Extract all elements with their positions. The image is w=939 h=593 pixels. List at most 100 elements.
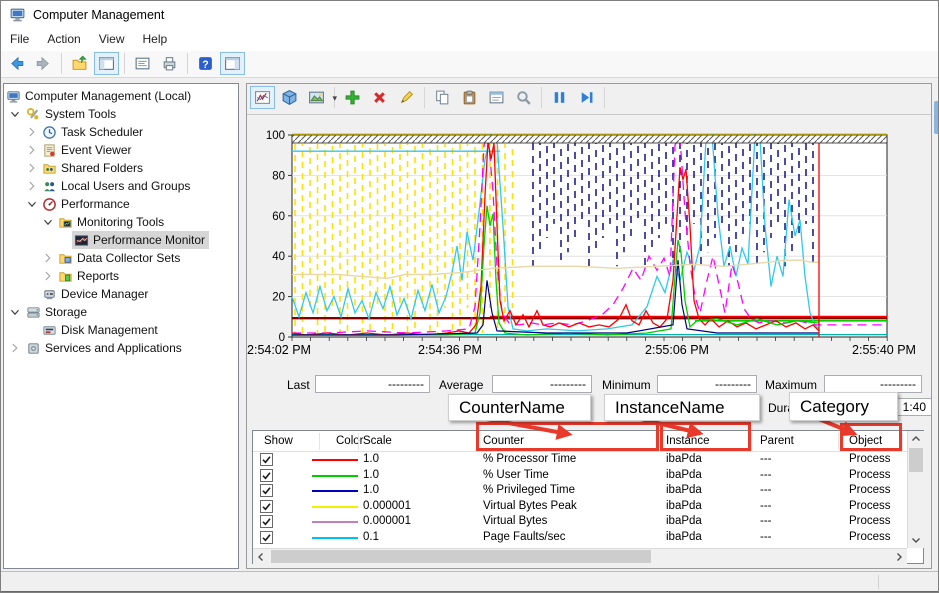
scroll-right-button[interactable]: [891, 549, 907, 564]
expand-chevron-icon[interactable]: [25, 125, 39, 139]
counter-row-virtual-bytes-peak[interactable]: 0.000001Virtual Bytes PeakibaPda---Proce…: [253, 499, 907, 515]
show-checkbox[interactable]: [260, 531, 273, 544]
expand-chevron-icon[interactable]: [25, 143, 39, 157]
tree-item-reports[interactable]: Reports: [4, 267, 238, 285]
action-pane-toggle-button[interactable]: [220, 52, 245, 75]
tree-item-data-collector-sets[interactable]: Data Collector Sets: [4, 249, 238, 267]
collapse-chevron-icon[interactable]: [8, 305, 22, 319]
column-divider[interactable]: [902, 433, 903, 450]
expand-chevron-icon[interactable]: [41, 251, 55, 265]
delete-counter-button[interactable]: [367, 86, 392, 109]
svg-text:2:55:06 PM: 2:55:06 PM: [645, 343, 709, 357]
scroll-up-button[interactable]: [908, 431, 924, 447]
tree-item-content[interactable]: Disk Management: [40, 321, 162, 339]
scroll-down-button[interactable]: [908, 532, 924, 548]
tree-item-content[interactable]: Performance: [40, 195, 134, 213]
show-checkbox[interactable]: [260, 469, 273, 482]
expand-chevron-icon[interactable]: [25, 161, 39, 175]
show-checkbox[interactable]: [260, 500, 273, 513]
window-edge-scrollbar[interactable]: [934, 83, 939, 569]
tree-item-content[interactable]: Services and Applications: [24, 339, 186, 357]
tree-item-storage[interactable]: Storage: [4, 303, 238, 321]
tree-item-performance-monitor[interactable]: Performance Monitor: [4, 231, 238, 249]
paste-counter-list-button[interactable]: [457, 86, 482, 109]
highlight-rect-instance: [660, 422, 751, 451]
vertical-scroll-thumb[interactable]: [909, 448, 923, 472]
counter-row-page-faults-sec[interactable]: 0.1Page Faults/secibaPda---Process: [253, 530, 907, 546]
add-counter-button[interactable]: [340, 86, 365, 109]
help-button[interactable]: ?: [193, 52, 218, 75]
expand-chevron-icon[interactable]: [41, 269, 55, 283]
tree-item-device-manager[interactable]: Device Manager: [4, 285, 238, 303]
tree-item-content[interactable]: Data Collector Sets: [56, 249, 184, 267]
tree-item-content[interactable]: Storage: [24, 303, 91, 321]
tree-item-disk-management[interactable]: Disk Management: [4, 321, 238, 339]
table-vertical-scrollbar[interactable]: [907, 431, 924, 548]
expand-chevron-icon[interactable]: [25, 179, 39, 193]
counter-row-virtual-bytes[interactable]: 0.000001Virtual BytesibaPda---Process: [253, 514, 907, 530]
counter-row-user-time[interactable]: 1.0% User TimeibaPda---Process: [253, 468, 907, 484]
properties-button[interactable]: [484, 86, 509, 109]
menu-file[interactable]: File: [1, 29, 38, 49]
tree-item-computer-management-local[interactable]: Computer Management (Local): [4, 87, 238, 105]
column-header-color[interactable]: Color: [336, 435, 363, 447]
dropdown-arrow-icon[interactable]: ▾: [332, 93, 337, 104]
tree-item-local-users-and-groups[interactable]: Local Users and Groups: [4, 177, 238, 195]
highlight-button[interactable]: [394, 86, 419, 109]
menu-view[interactable]: View: [90, 29, 134, 49]
expand-chevron-icon[interactable]: [8, 341, 22, 355]
column-divider[interactable]: [751, 433, 752, 450]
column-header-parent[interactable]: Parent: [760, 435, 794, 447]
back-button[interactable]: [4, 52, 29, 75]
tree-item-system-tools[interactable]: System Tools: [4, 105, 238, 123]
column-header-scale[interactable]: Scale: [363, 435, 392, 447]
column-divider[interactable]: [838, 433, 839, 450]
tree-item-event-viewer[interactable]: Event Viewer: [4, 141, 238, 159]
console-tree-toggle-button[interactable]: [94, 52, 119, 75]
counter-row-privileged-time[interactable]: 1.0% Privileged TimeibaPda---Process: [253, 483, 907, 499]
tree-item-content[interactable]: Local Users and Groups: [40, 177, 194, 195]
menu-action[interactable]: Action: [38, 29, 89, 49]
table-horizontal-scrollbar[interactable]: [253, 548, 907, 564]
tree-item-content[interactable]: Performance Monitor: [72, 231, 209, 249]
print-button[interactable]: [157, 52, 182, 75]
counter-row-processor-time[interactable]: 1.0% Processor TimeibaPda---Process: [253, 452, 907, 468]
horizontal-scroll-thumb[interactable]: [271, 550, 651, 563]
forward-button[interactable]: [31, 52, 56, 75]
view-current-activity-button[interactable]: [250, 86, 275, 109]
tree-item-content[interactable]: Monitoring Tools: [56, 213, 168, 231]
zoom-button[interactable]: [511, 86, 536, 109]
view-log-data-button[interactable]: [277, 86, 302, 109]
tree-item-content[interactable]: Reports: [56, 267, 123, 285]
column-divider[interactable]: [358, 433, 359, 450]
up-one-level-button[interactable]: [67, 52, 92, 75]
menu-help[interactable]: Help: [134, 29, 177, 49]
scroll-left-button[interactable]: [253, 549, 269, 564]
tree-item-content[interactable]: Event Viewer: [40, 141, 135, 159]
column-divider[interactable]: [319, 433, 320, 450]
cell-scale: 0.000001: [363, 500, 411, 512]
tree-item-content[interactable]: Device Manager: [40, 285, 152, 303]
tree-item-performance[interactable]: Performance: [4, 195, 238, 213]
edge-scroll-thumb[interactable]: [934, 101, 939, 134]
tree-item-content[interactable]: Computer Management (Local): [4, 87, 195, 105]
copy-properties-button[interactable]: [430, 86, 455, 109]
tree-item-services-and-applications[interactable]: Services and Applications: [4, 339, 238, 357]
export-list-button[interactable]: [130, 52, 155, 75]
tree-item-content[interactable]: Shared Folders: [40, 159, 147, 177]
show-checkbox[interactable]: [260, 515, 273, 528]
show-checkbox[interactable]: [260, 484, 273, 497]
tree-item-task-scheduler[interactable]: Task Scheduler: [4, 123, 238, 141]
freeze-display-button[interactable]: [547, 86, 572, 109]
collapse-chevron-icon[interactable]: [8, 107, 22, 121]
column-header-show[interactable]: Show: [264, 435, 293, 447]
tree-item-monitoring-tools[interactable]: Monitoring Tools: [4, 213, 238, 231]
collapse-chevron-icon[interactable]: [25, 197, 39, 211]
tree-item-content[interactable]: System Tools: [24, 105, 120, 123]
collapse-chevron-icon[interactable]: [41, 215, 55, 229]
tree-item-shared-folders[interactable]: Shared Folders: [4, 159, 238, 177]
update-data-button[interactable]: [574, 86, 599, 109]
tree-item-content[interactable]: Task Scheduler: [40, 123, 147, 141]
change-graph-type-button[interactable]: ▾: [304, 86, 329, 109]
show-checkbox[interactable]: [260, 453, 273, 466]
